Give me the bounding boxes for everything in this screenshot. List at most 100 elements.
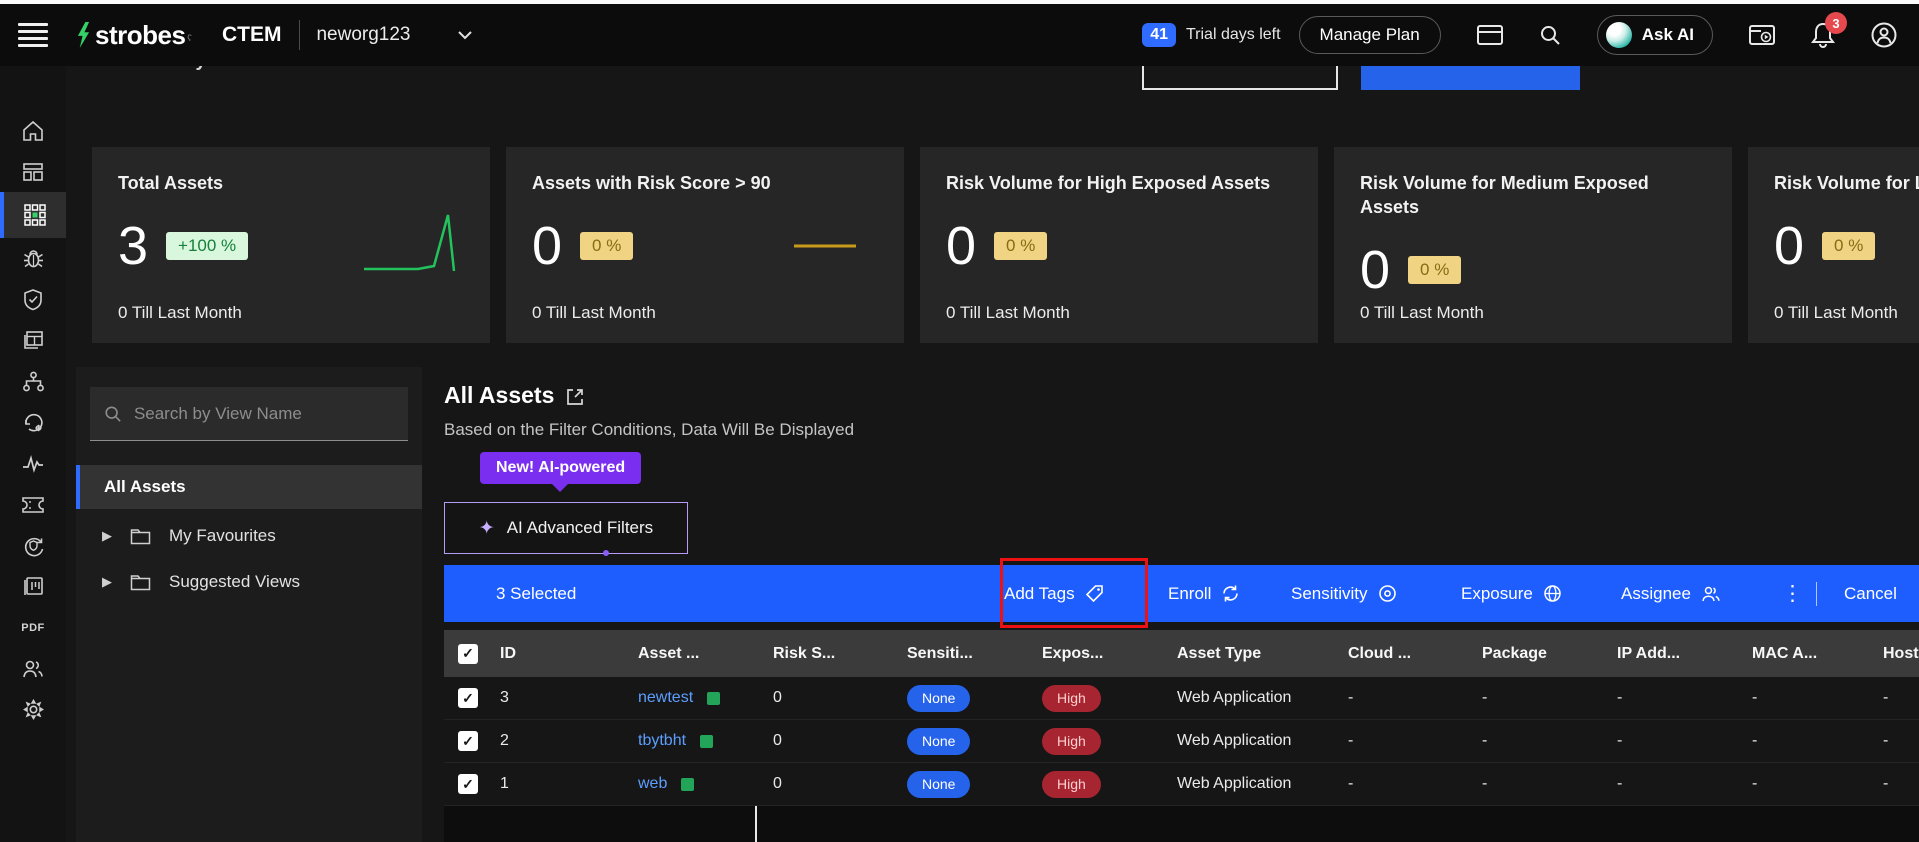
org-selector-label[interactable]: neworg123 [316, 24, 410, 46]
sidebar-item-vulnerabilities[interactable] [0, 238, 66, 279]
stat-value: 3 [118, 219, 148, 273]
stat-value: 0 [946, 219, 976, 273]
product-tour-icon[interactable] [1749, 23, 1775, 47]
bug-icon [22, 247, 45, 270]
ai-advanced-filters-button[interactable]: ✦ AI Advanced Filters [444, 502, 688, 554]
exposure-badge: High [1042, 685, 1101, 712]
asset-name-link[interactable]: newtest [638, 689, 693, 707]
table-row[interactable]: ✓ 1 web 0 None High Web Application - - … [444, 763, 1919, 806]
assignee-action[interactable]: Assignee [1621, 565, 1721, 622]
sensitivity-action[interactable]: Sensitivity [1291, 565, 1397, 622]
trial-days-label: Trial days left [1186, 26, 1281, 44]
sidebar-item-inventory[interactable] [0, 320, 66, 361]
select-all-checkbox[interactable]: ✓ [458, 644, 478, 664]
launch-icon[interactable] [565, 387, 585, 407]
ask-ai-button[interactable]: Ask AI [1597, 15, 1713, 55]
pulse-icon [21, 454, 45, 474]
caret-right-icon: ▶ [102, 574, 112, 590]
sidebar-item-reports[interactable] [0, 566, 66, 607]
stat-value: 0 [532, 219, 562, 273]
hamburger-menu-icon[interactable] [18, 23, 48, 47]
strobes-bolt-icon [76, 22, 91, 48]
sidebar-item-pdf-export[interactable]: PDF [0, 607, 66, 648]
report-kanban-icon [22, 575, 45, 598]
ai-powered-badge: New! AI-powered [480, 452, 641, 484]
profile-avatar-icon[interactable] [1871, 22, 1897, 48]
sparkline-amber [792, 243, 858, 249]
selbar-divider [1816, 582, 1817, 606]
notification-count-badge: 3 [1825, 12, 1847, 34]
product-name: CTEM [222, 23, 282, 47]
stat-value: 0 [1774, 219, 1804, 273]
ticket-icon [21, 496, 45, 514]
assets-grid-icon [23, 203, 47, 227]
more-actions-kebab-icon[interactable]: ⋮ [1782, 565, 1803, 622]
exposure-action[interactable]: Exposure [1461, 565, 1562, 622]
add-tags-action[interactable]: Add Tags [1004, 565, 1104, 622]
caret-right-icon: ▶ [102, 528, 112, 544]
exposure-badge: High [1042, 771, 1101, 798]
enroll-action[interactable]: Enroll [1168, 565, 1240, 622]
selected-count: 3 Selected [496, 565, 576, 622]
view-item-all-assets[interactable]: All Assets [76, 465, 422, 509]
sync-icon [1221, 584, 1240, 603]
table-row[interactable]: ✓ 3 newtest 0 None High Web Application … [444, 677, 1919, 720]
stat-card-low-exposed: Risk Volume for Low Exposed Assets 0 0 %… [1748, 147, 1919, 343]
assets-table: ✓ ID Asset ... Risk S... Sensiti... Expo… [444, 630, 1919, 806]
bulk-selection-bar: 3 Selected Add Tags Enroll Sensitivity E… [444, 565, 1919, 622]
row-checkbox[interactable]: ✓ [458, 731, 478, 751]
delta-badge: 0 % [1822, 232, 1875, 260]
window-top-edge [0, 0, 1919, 4]
delta-badge: 0 % [580, 232, 633, 260]
row-checkbox[interactable]: ✓ [458, 774, 478, 794]
sparkline-green [360, 209, 470, 285]
asset-name-link[interactable]: tbytbht [638, 732, 686, 750]
search-icon [104, 404, 122, 424]
page-subtitle: Based on the Filter Conditions, Data Wil… [444, 420, 854, 440]
sidebar-item-activity[interactable] [0, 443, 66, 484]
ai-button-dot [603, 550, 609, 556]
sidebar-item-dashboards[interactable] [0, 151, 66, 192]
assignee-users-icon [1701, 585, 1721, 603]
view-search-box[interactable] [90, 387, 408, 441]
strobes-logo[interactable]: strobes ˁ [76, 20, 192, 51]
search-icon[interactable] [1539, 24, 1561, 46]
billing-card-icon[interactable] [1477, 25, 1503, 45]
chevron-down-icon[interactable] [457, 30, 473, 40]
home-icon [22, 120, 44, 142]
table-footer-area [444, 806, 1919, 842]
sidebar-item-pentesting[interactable] [0, 525, 66, 566]
asset-name-link[interactable]: web [638, 775, 667, 793]
notifications-bell-icon[interactable]: 3 [1811, 22, 1835, 48]
views-panel: All Assets ▶ My Favourites ▶ Suggested V… [76, 367, 422, 842]
manage-plan-button[interactable]: Manage Plan [1299, 16, 1441, 54]
row-checkbox[interactable]: ✓ [458, 688, 478, 708]
sidebar-item-compliance[interactable] [0, 279, 66, 320]
asset-status-square [700, 735, 713, 748]
view-folder-suggested-views[interactable]: ▶ Suggested Views [76, 563, 422, 601]
stat-card-high-exposed: Risk Volume for High Exposed Assets 0 0 … [920, 147, 1318, 343]
stat-card-medium-exposed: Risk Volume for Medium Exposed Assets 0 … [1334, 147, 1732, 343]
view-folder-my-favourites[interactable]: ▶ My Favourites [76, 517, 422, 555]
delta-badge: 0 % [994, 232, 1047, 260]
app-root: and Security Status strobes ˁ CTEM newor… [0, 0, 1919, 842]
sidebar-item-tickets[interactable] [0, 484, 66, 525]
column-guide-line [755, 806, 757, 842]
table-row[interactable]: ✓ 2 tbytbht 0 None High Web Application … [444, 720, 1919, 763]
sidebar-item-attack-surface[interactable] [0, 361, 66, 402]
left-nav-rail: PDF [0, 66, 66, 842]
sidebar-item-home[interactable] [0, 110, 66, 151]
sensitivity-badge: None [907, 728, 970, 755]
asset-status-square [707, 692, 720, 705]
stat-card-total-assets: Total Assets 3 +100 % 0 Till Last Month [92, 147, 490, 343]
cancel-selection-button[interactable]: Cancel [1844, 565, 1897, 622]
view-search-input[interactable] [134, 404, 394, 424]
tag-icon [1085, 584, 1104, 603]
hierarchy-icon [22, 370, 45, 393]
sidebar-item-automation[interactable] [0, 402, 66, 443]
sidebar-item-team[interactable] [0, 648, 66, 689]
sidebar-item-settings[interactable] [0, 689, 66, 730]
sidebar-item-assets[interactable] [0, 192, 66, 238]
delta-badge: 0 % [1408, 256, 1461, 284]
folder-icon [130, 528, 151, 545]
